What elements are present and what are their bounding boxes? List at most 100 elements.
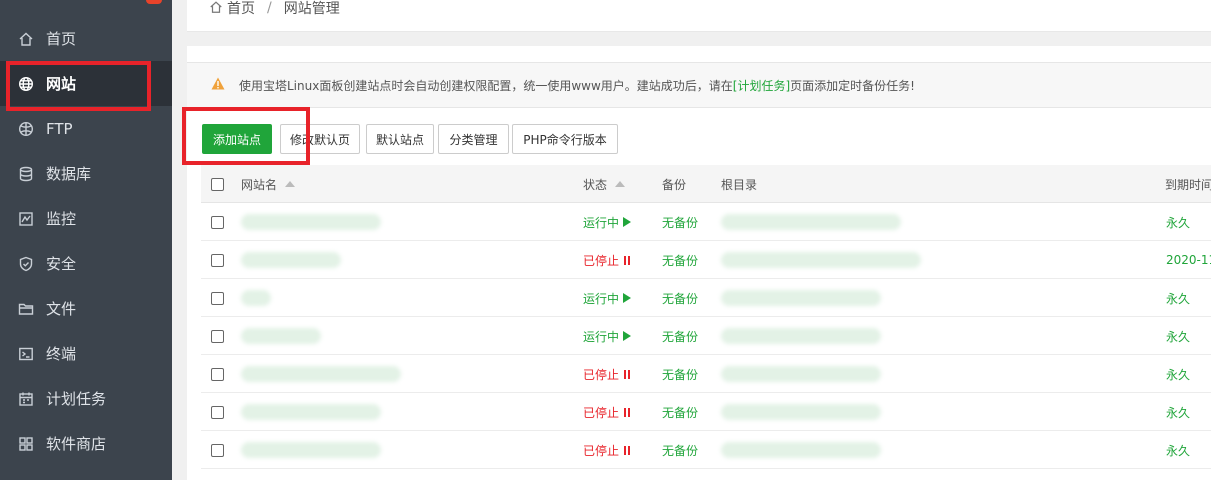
root-dir-redacted[interactable]	[721, 328, 881, 344]
sidebar-item-monitor[interactable]: 监控	[0, 196, 172, 241]
backup-link[interactable]: 无备份	[662, 366, 698, 383]
root-dir-redacted[interactable]	[721, 404, 881, 420]
backup-link[interactable]: 无备份	[662, 252, 698, 269]
sidebar-item-ftp[interactable]: FTP	[0, 106, 172, 151]
site-name-redacted[interactable]	[241, 404, 381, 420]
status-text[interactable]: 运行中	[583, 290, 619, 307]
expire-date[interactable]: 永久	[1166, 328, 1190, 345]
sidebar-item-label: 监控	[46, 210, 77, 228]
site-name-redacted[interactable]	[241, 366, 401, 382]
sidebar-item-label: 网站	[46, 75, 77, 93]
default-site-button[interactable]: 默认站点	[366, 124, 434, 154]
root-dir-redacted[interactable]	[721, 290, 881, 306]
sidebar-item-cron[interactable]: 计划任务	[0, 376, 172, 421]
expire-date[interactable]: 永久	[1166, 442, 1190, 459]
breadcrumb: 首页 / 网站管理	[209, 0, 340, 18]
pause-icon[interactable]	[624, 369, 631, 379]
column-status[interactable]: 状态	[583, 176, 607, 193]
site-name-redacted[interactable]	[241, 252, 341, 268]
main-panel: 使用宝塔Linux面板创建站点时会自动创建权限配置，统一使用www用户。建站成功…	[187, 46, 1211, 480]
row-checkbox[interactable]	[211, 253, 224, 267]
pause-icon[interactable]	[624, 445, 631, 455]
sidebar-item-home[interactable]: 首页	[0, 16, 172, 61]
table-row[interactable]: 已停止 无备份 永久	[201, 431, 1211, 469]
apps-icon	[18, 436, 34, 452]
sidebar-item-store[interactable]: 软件商店	[0, 421, 172, 466]
row-checkbox[interactable]	[211, 329, 224, 343]
table-row[interactable]: 运行中 无备份 永久	[201, 317, 1211, 355]
edit-default-page-button[interactable]: 修改默认页	[280, 124, 360, 154]
root-dir-redacted[interactable]	[721, 366, 881, 382]
sort-icon[interactable]	[615, 181, 626, 187]
backup-link[interactable]: 无备份	[662, 442, 698, 459]
row-checkbox[interactable]	[211, 215, 224, 229]
status-text[interactable]: 运行中	[583, 214, 619, 231]
sidebar-item-terminal[interactable]: 终端	[0, 331, 172, 376]
add-site-button[interactable]: 添加站点	[202, 124, 272, 154]
breadcrumb-home[interactable]: 首页	[227, 0, 255, 18]
column-root: 根目录	[721, 177, 758, 192]
row-checkbox[interactable]	[211, 291, 224, 305]
table-header: 网站名 状态 备份 根目录 到期时间	[201, 165, 1211, 203]
site-table: 网站名 状态 备份 根目录 到期时间 运行中无备份永久已停止无备份2020-11…	[201, 165, 1211, 469]
table-row[interactable]: 已停止 无备份 永久	[201, 393, 1211, 431]
backup-link[interactable]: 无备份	[662, 328, 698, 345]
shield-icon	[18, 256, 34, 272]
sidebar-item-label: 首页	[46, 30, 77, 48]
monitor-icon	[18, 211, 34, 227]
sidebar-item-security[interactable]: 安全	[0, 241, 172, 286]
status-text[interactable]: 已停止	[583, 442, 619, 459]
sort-icon[interactable]	[285, 181, 296, 187]
site-name-redacted[interactable]	[241, 442, 381, 458]
expire-date[interactable]: 2020-11	[1166, 253, 1211, 267]
expire-date[interactable]: 永久	[1166, 404, 1190, 421]
status-text[interactable]: 运行中	[583, 328, 619, 345]
sidebar-item-files[interactable]: 文件	[0, 286, 172, 331]
column-expire[interactable]: 到期时间	[1165, 176, 1211, 193]
table-row[interactable]: 已停止 无备份 2020-11	[201, 241, 1211, 279]
sidebar-item-database[interactable]: 数据库	[0, 151, 172, 196]
sidebar-item-website[interactable]: 网站	[0, 61, 172, 106]
column-backup: 备份	[662, 177, 687, 192]
php-cli-version-button[interactable]: PHP命令行版本	[512, 124, 618, 154]
expire-date[interactable]: 永久	[1166, 290, 1190, 307]
row-checkbox[interactable]	[211, 367, 224, 381]
row-checkbox[interactable]	[211, 443, 224, 457]
sidebar-item-label: 安全	[46, 255, 77, 273]
root-dir-redacted[interactable]	[721, 442, 881, 458]
terminal-icon	[18, 346, 34, 362]
home-icon[interactable]	[209, 0, 223, 18]
status-text[interactable]: 已停止	[583, 366, 619, 383]
warning-icon	[211, 77, 225, 93]
select-all-checkbox[interactable]	[211, 177, 224, 191]
expire-date[interactable]: 永久	[1166, 214, 1190, 231]
backup-link[interactable]: 无备份	[662, 404, 698, 421]
status-text[interactable]: 已停止	[583, 252, 619, 269]
table-row[interactable]: 运行中 无备份 永久	[201, 279, 1211, 317]
site-name-redacted[interactable]	[241, 290, 271, 306]
backup-link[interactable]: 无备份	[662, 290, 698, 307]
breadcrumb-bar: 首页 / 网站管理	[187, 0, 1211, 32]
backup-link[interactable]: 无备份	[662, 214, 698, 231]
category-manage-button[interactable]: 分类管理	[438, 124, 509, 154]
site-name-redacted[interactable]	[241, 214, 381, 230]
calendar-icon	[18, 391, 34, 407]
root-dir-redacted[interactable]	[721, 214, 901, 230]
row-checkbox[interactable]	[211, 405, 224, 419]
cron-link[interactable]: [计划任务]	[733, 79, 790, 93]
sidebar-item-label: FTP	[46, 119, 73, 138]
folder-icon	[18, 301, 34, 317]
root-dir-redacted[interactable]	[721, 252, 921, 268]
status-text[interactable]: 已停止	[583, 404, 619, 421]
play-icon[interactable]	[623, 217, 632, 227]
play-icon[interactable]	[623, 331, 632, 341]
pause-icon[interactable]	[624, 255, 631, 265]
play-icon[interactable]	[623, 293, 632, 303]
column-name[interactable]: 网站名	[241, 176, 277, 193]
table-row[interactable]: 已停止 无备份 永久	[201, 355, 1211, 393]
breadcrumb-current: 网站管理	[283, 0, 340, 17]
site-name-redacted[interactable]	[241, 328, 321, 344]
expire-date[interactable]: 永久	[1166, 366, 1190, 383]
pause-icon[interactable]	[624, 407, 631, 417]
table-row[interactable]: 运行中 无备份 永久	[201, 203, 1211, 241]
